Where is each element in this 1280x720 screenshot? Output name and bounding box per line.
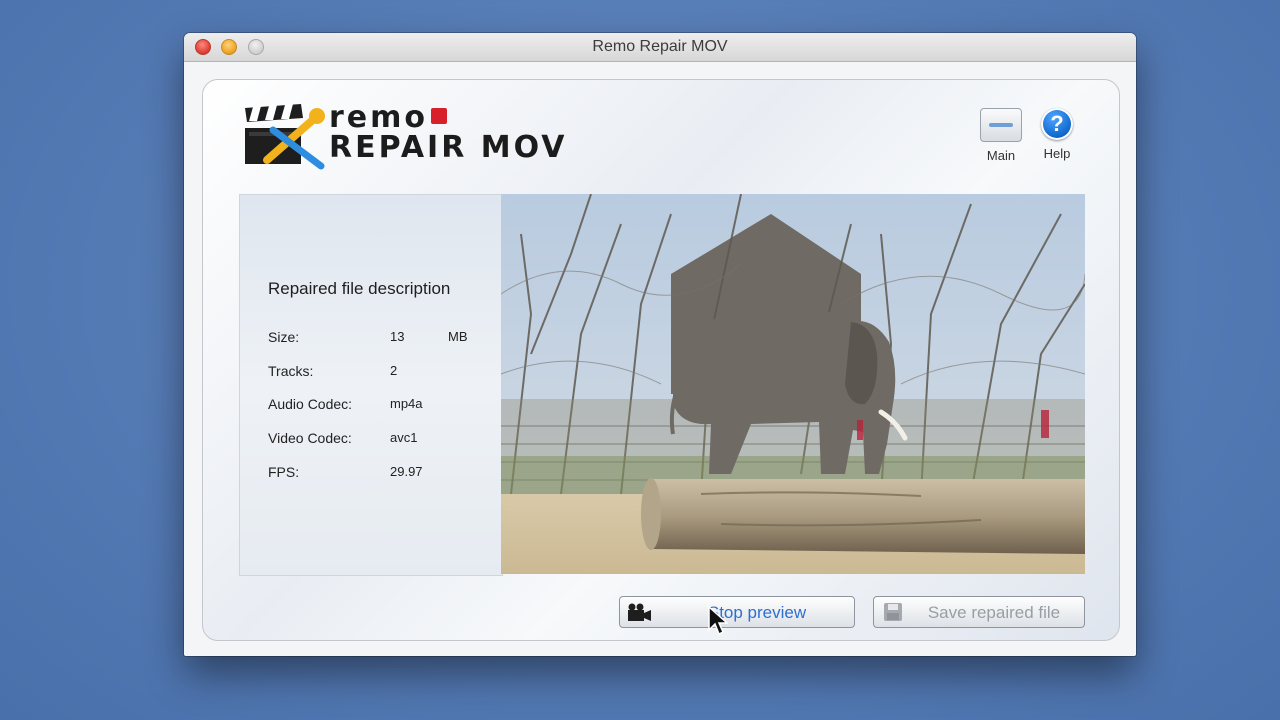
audio-codec-label: Audio Codec: xyxy=(268,396,353,412)
main-button[interactable]: Main xyxy=(977,108,1025,163)
question-mark-icon: ? xyxy=(1041,108,1073,140)
video-camera-icon xyxy=(628,603,651,621)
stop-preview-button[interactable]: Stop preview xyxy=(619,596,855,628)
title-bar[interactable]: Remo Repair MOV xyxy=(184,33,1136,62)
app-logo: remo REPAIR MOV xyxy=(243,100,613,170)
stop-preview-label: Stop preview xyxy=(707,603,807,622)
window-title: Remo Repair MOV xyxy=(592,38,728,55)
size-unit: MB xyxy=(448,329,468,344)
file-description-panel: Repaired file description Size: 13 MB Tr… xyxy=(239,194,503,576)
tracks-value: 2 xyxy=(390,363,398,378)
logo-record-dot xyxy=(431,108,447,124)
video-frame-image xyxy=(501,194,1085,574)
app-window: Remo Repair MOV remo REPAIR MOV Main ? H… xyxy=(184,33,1136,656)
fps-value: 29.97 xyxy=(390,464,423,479)
clapperboard-wrench-icon xyxy=(245,104,325,170)
save-repaired-file-button[interactable]: Save repaired file xyxy=(873,596,1085,628)
tree-log xyxy=(641,478,1085,554)
fps-label: FPS: xyxy=(268,464,300,480)
tracks-label: Tracks: xyxy=(268,363,314,379)
description-title: Repaired file description xyxy=(268,279,451,298)
save-repaired-file-label: Save repaired file xyxy=(927,603,1061,622)
video-preview[interactable] xyxy=(501,194,1085,574)
size-label: Size: xyxy=(268,329,300,345)
main-panel: remo REPAIR MOV Main ? Help Repaired fil… xyxy=(202,79,1120,641)
main-button-label: Main xyxy=(986,148,1016,163)
size-value: 13 xyxy=(390,329,405,344)
help-button-label: Help xyxy=(1043,146,1071,161)
mouse-cursor-icon xyxy=(708,606,728,636)
audio-codec-value: mp4a xyxy=(390,396,423,411)
help-button[interactable]: ? Help xyxy=(1035,108,1079,161)
video-codec-label: Video Codec: xyxy=(268,430,352,446)
floppy-disk-icon xyxy=(884,603,902,621)
logo-text-product: REPAIR MOV xyxy=(329,130,568,165)
video-codec-value: avc1 xyxy=(390,430,418,445)
window-icon xyxy=(980,108,1022,142)
